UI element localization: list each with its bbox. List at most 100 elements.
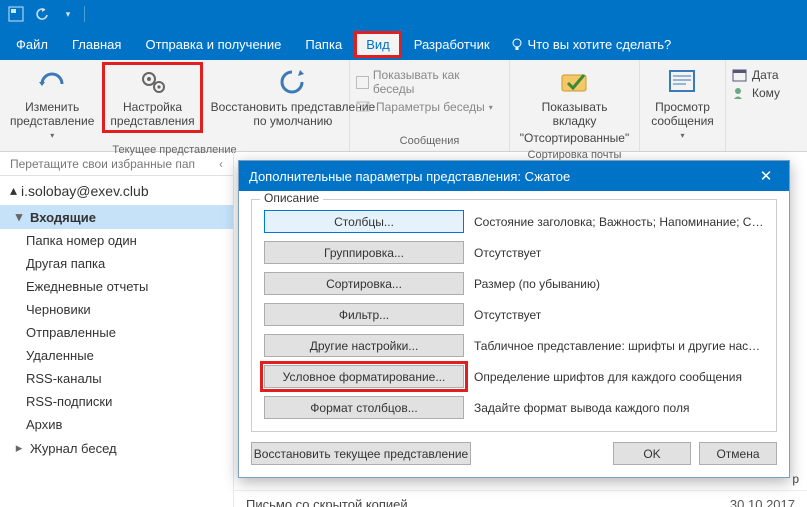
conv-settings-label: Параметры беседы: [376, 100, 485, 114]
message-preview-button[interactable]: Просмотр сообщения ▾: [647, 64, 718, 142]
dialog-title: Дополнительные параметры представления: …: [249, 169, 570, 184]
sort-date-button[interactable]: Дата: [732, 68, 780, 82]
folder-name: Архив: [26, 417, 62, 432]
tell-me[interactable]: Что вы хотите сделать?: [510, 37, 672, 52]
folder-name: RSS-каналы: [26, 371, 102, 386]
setting-button[interactable]: Другие настройки...: [264, 334, 464, 357]
folder-name: Черновики: [26, 302, 91, 317]
folder-item[interactable]: Другая папка: [0, 252, 233, 275]
divider: [84, 6, 85, 22]
menu-home[interactable]: Главная: [60, 31, 133, 58]
qat-dropdown-icon[interactable]: ▾: [58, 4, 78, 24]
date-label: Дата: [752, 68, 779, 82]
setting-desc: Задайте формат вывода каждого поля: [474, 401, 764, 415]
setting-button[interactable]: Столбцы...: [264, 210, 464, 233]
to-label: Кому: [752, 86, 780, 100]
folder-name: Другая папка: [26, 256, 105, 271]
menu-view[interactable]: Вид: [354, 31, 402, 58]
show-focused-tab-button[interactable]: Показывать вкладку "Отсортированные": [516, 64, 633, 147]
setting-row: Условное форматирование... Определение шр…: [264, 365, 764, 388]
fieldset-legend: Описание: [260, 191, 323, 205]
advanced-view-settings-dialog: Дополнительные параметры представления: …: [238, 160, 790, 478]
show-as-conversations-checkbox: Показывать как беседы: [356, 68, 503, 96]
folder-item[interactable]: Архив: [0, 413, 233, 436]
folder-item[interactable]: ▸ Журнал бесед: [0, 436, 233, 460]
show-as-conv-label: Показывать как беседы: [373, 68, 503, 96]
folder-name: Удаленные: [26, 348, 94, 363]
folder-name: RSS-подписки: [26, 394, 112, 409]
reset-icon: [277, 66, 309, 98]
sort-to-button[interactable]: Кому: [732, 86, 780, 100]
change-view-icon: [36, 66, 68, 98]
chevron-left-icon[interactable]: ‹: [219, 157, 223, 171]
change-view-button[interactable]: Изменить представление ▾: [6, 64, 98, 142]
setting-desc: Отсутствует: [474, 246, 764, 260]
dialog-titlebar: Дополнительные параметры представления: …: [239, 161, 789, 191]
preview-label: Просмотр сообщения: [651, 100, 714, 129]
menubar: Файл Главная Отправка и получение Папка …: [0, 28, 807, 60]
setting-desc: Размер (по убыванию): [474, 277, 764, 291]
setting-button[interactable]: Условное форматирование...: [264, 365, 464, 388]
setting-button[interactable]: Сортировка...: [264, 272, 464, 295]
show-tab-label2: "Отсортированные": [520, 131, 629, 145]
group-messages-label: Сообщения: [356, 133, 503, 151]
menu-folder[interactable]: Папка: [293, 31, 354, 58]
mail-row[interactable]: Письмо со скрытой копией30.10.2017: [234, 491, 807, 507]
favorites-bar[interactable]: Перетащите свои избранные пап ‹: [0, 152, 233, 176]
folder-item[interactable]: ▾Входящие: [0, 205, 233, 229]
setting-button[interactable]: Формат столбцов...: [264, 396, 464, 419]
folder-pane: Перетащите свои избранные пап ‹ ▴ i.solo…: [0, 152, 234, 507]
folder-item[interactable]: RSS-подписки: [0, 390, 233, 413]
folder-name: Отправленные: [26, 325, 116, 340]
setting-row: Столбцы...Состояние заголовка; Важность;…: [264, 210, 764, 233]
caret-icon: ▾: [14, 209, 24, 225]
menu-developer[interactable]: Разработчик: [402, 31, 502, 58]
mail-subject: Письмо со скрытой копией: [246, 497, 705, 507]
qat-undo-icon[interactable]: [32, 4, 52, 24]
restore-view-button[interactable]: Восстановить текущее представление: [251, 442, 471, 465]
cancel-button[interactable]: Отмена: [699, 442, 777, 465]
account-header[interactable]: ▴ i.solobay@exev.club: [0, 176, 233, 205]
folder-item[interactable]: Черновики: [0, 298, 233, 321]
show-tab-label: Показывать вкладку: [520, 100, 629, 129]
setting-row: Фильтр... Отсутствует: [264, 303, 764, 326]
gear-icon: [137, 66, 169, 98]
caret-icon: ▸: [14, 440, 24, 456]
titlebar: ▾: [0, 0, 807, 28]
chevron-down-icon: ▾: [489, 103, 493, 112]
setting-desc: Отсутствует: [474, 308, 764, 322]
folder-item[interactable]: RSS-каналы: [0, 367, 233, 390]
folder-check-icon: [559, 66, 591, 98]
tell-me-label: Что вы хотите сделать?: [528, 37, 672, 52]
setting-button[interactable]: Группировка...: [264, 241, 464, 264]
view-settings-label: Настройка представления: [110, 100, 194, 129]
folder-name: Журнал бесед: [30, 441, 117, 456]
folder-item[interactable]: Отправленные: [0, 321, 233, 344]
change-view-label: Изменить представление: [10, 100, 94, 129]
folder-item[interactable]: Папка номер один: [0, 229, 233, 252]
folder-item[interactable]: Удаленные: [0, 344, 233, 367]
setting-row: Формат столбцов... Задайте формат вывода …: [264, 396, 764, 419]
setting-desc: Определение шрифтов для каждого сообщени…: [474, 370, 764, 384]
setting-button[interactable]: Фильтр...: [264, 303, 464, 326]
menu-sendrecv[interactable]: Отправка и получение: [133, 31, 293, 58]
folder-item[interactable]: Ежедневные отчеты: [0, 275, 233, 298]
caret-down-icon: ▴: [10, 182, 17, 199]
chevron-down-icon: ▾: [680, 131, 684, 141]
close-button[interactable]: ✕: [753, 167, 779, 185]
conversation-settings-button: Параметры беседы ▾: [356, 100, 503, 114]
setting-row: Другие настройки...Табличное представлен…: [264, 334, 764, 357]
setting-row: Группировка... Отсутствует: [264, 241, 764, 264]
mail-date: 30.10.2017: [705, 497, 795, 507]
user-icon: [732, 86, 748, 100]
app-icon: [6, 4, 26, 24]
chevron-down-icon: ▾: [50, 131, 54, 141]
account-name: i.solobay@exev.club: [21, 183, 149, 199]
menu-file[interactable]: Файл: [4, 31, 60, 58]
preview-icon: [666, 66, 698, 98]
ok-button[interactable]: OK: [613, 442, 691, 465]
setting-row: Сортировка... Размер (по убыванию): [264, 272, 764, 295]
folder-name: Ежедневные отчеты: [26, 279, 148, 294]
description-fieldset: Описание Столбцы...Состояние заголовка; …: [251, 199, 777, 432]
view-settings-button[interactable]: Настройка представления: [104, 64, 200, 131]
